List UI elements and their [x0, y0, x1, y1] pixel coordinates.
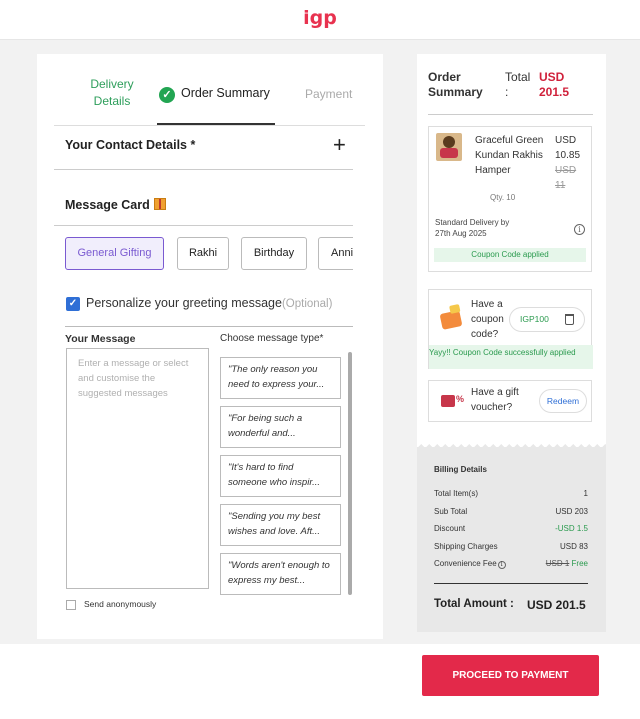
billing-label: Discount	[434, 524, 466, 533]
personalize-label: Personalize your greeting message(Option…	[86, 296, 332, 310]
divider	[428, 114, 593, 115]
coupon-code-value: IGP100	[520, 314, 549, 324]
product-quantity: Qty. 10	[490, 193, 516, 202]
message-templates-list: "The only reason you need to express you…	[220, 352, 348, 598]
fee-original: USD 1	[545, 559, 570, 568]
footer-bar: PROCEED TO PAYMENT	[0, 644, 640, 719]
billing-row: Discount -USD 1.5	[434, 524, 588, 536]
coupon-question: Have a coupon code?	[471, 299, 504, 340]
checkout-steps: Delivery Details ✓ Order Summary Payment	[54, 54, 365, 126]
voucher-icon	[441, 394, 464, 407]
chip-general-gifting[interactable]: General Gifting	[65, 237, 164, 270]
cart-item-card: Graceful Green Kundan Rakhis Hamper Qty.…	[428, 126, 592, 272]
coupon-card: Have a coupon code? IGP100 Yayy!! Coupon…	[428, 289, 593, 369]
fee-free: Free	[571, 559, 588, 568]
total-amount: USD 201.5	[539, 70, 570, 99]
billing-value: -USD 1.5	[555, 524, 588, 533]
billing-row: Convenience Fee i USD 1 Free	[434, 559, 588, 571]
total-label: Total:	[505, 70, 531, 99]
product-name[interactable]: Graceful Green Kundan Rakhis Hamper	[475, 133, 549, 178]
coupon-applied-badge: Coupon Code applied	[434, 248, 586, 262]
gift-icon	[153, 198, 166, 210]
billing-row: Shipping Charges USD 83	[434, 542, 588, 554]
delivery-info: Standard Delivery by 27th Aug 2025	[435, 217, 555, 239]
personalize-checkbox[interactable]: ✓	[66, 297, 80, 311]
personalize-text: Personalize your greeting message	[86, 296, 282, 310]
redeem-button[interactable]: Redeem	[539, 389, 587, 413]
message-textarea[interactable]: Enter a message or select and customise …	[66, 348, 209, 589]
billing-value: 1	[583, 489, 588, 498]
trash-icon[interactable]	[565, 314, 574, 325]
contact-details-title[interactable]: Your Contact Details *	[65, 138, 195, 152]
chip-birthday[interactable]: Birthday	[241, 237, 307, 270]
billing-title: Billing Details	[434, 465, 487, 474]
product-image[interactable]	[436, 133, 462, 161]
product-price: USD 10.85	[555, 135, 581, 161]
coupon-tag-icon	[439, 310, 463, 330]
proceed-to-payment-button[interactable]: PROCEED TO PAYMENT	[422, 655, 599, 696]
order-summary-title: Order Summary	[428, 70, 483, 99]
step-payment: Payment	[305, 87, 353, 101]
billing-label: Convenience Fee i	[434, 559, 506, 569]
billing-value: USD 83	[559, 542, 588, 551]
billing-row: Sub Total USD 203	[434, 507, 588, 519]
billing-row: Total Item(s) 1	[434, 489, 588, 501]
message-template[interactable]: "For being such a wonderful and...	[220, 406, 341, 448]
billing-value: USD 1 Free	[546, 559, 588, 568]
message-template[interactable]: "Sending you my best wishes and love. Af…	[220, 504, 341, 546]
total-amount-value: USD 201.5	[527, 598, 586, 612]
chip-rakhi[interactable]: Rakhi	[177, 237, 229, 270]
convenience-fee-label: Convenience Fee	[434, 559, 497, 568]
step-delivery-details[interactable]: Delivery Details	[74, 76, 150, 110]
gift-voucher-question: Have a gift voucher?	[471, 387, 519, 413]
product-original-price: USD 11	[555, 165, 577, 191]
send-anonymously-label: Send anonymously	[84, 599, 157, 609]
coupon-success-text: Yayy!! Coupon Code successfully applied	[429, 348, 576, 357]
coupon-success-message: Yayy!! Coupon Code successfully applied	[429, 345, 593, 369]
coupon-code-field[interactable]: IGP100	[509, 307, 585, 332]
send-anonymously-checkbox[interactable]	[66, 600, 76, 610]
delivery-date: 27th Aug 2025	[435, 229, 487, 238]
divider	[434, 583, 588, 584]
top-header: igp	[0, 0, 640, 40]
checkout-left-panel: Delivery Details ✓ Order Summary Payment…	[37, 54, 383, 639]
total-amount-label: Total Amount :	[434, 598, 514, 610]
billing-label: Sub Total	[434, 507, 468, 516]
chip-anniversary[interactable]: Anni	[318, 237, 353, 270]
divider	[54, 225, 353, 226]
active-step-underline	[157, 123, 275, 125]
info-icon[interactable]: i	[574, 224, 585, 235]
divider	[54, 169, 353, 170]
message-template[interactable]: "It's hard to find someone who inspir...	[220, 455, 341, 497]
templates-scrollbar[interactable]	[348, 352, 352, 595]
billing-value: USD 203	[555, 507, 588, 516]
occasion-chips: General Gifting Rakhi Birthday Anni	[65, 237, 353, 271]
message-card-label: Message Card	[65, 198, 150, 212]
plus-icon[interactable]: +	[333, 132, 346, 158]
step-order-summary[interactable]: Order Summary	[181, 86, 270, 100]
message-template[interactable]: "Words aren't enough to express my best.…	[220, 553, 341, 595]
message-card-title: Message Card	[65, 198, 166, 212]
message-template[interactable]: "The only reason you need to express you…	[220, 357, 341, 399]
choose-message-type-label: Choose message type*	[220, 333, 324, 344]
your-message-label: Your Message	[65, 333, 136, 345]
igp-logo[interactable]: igp	[0, 7, 640, 29]
check-circle-icon: ✓	[159, 87, 175, 103]
optional-text: (Optional)	[281, 298, 333, 310]
billing-details: Billing Details Total Item(s) 1 Sub Tota…	[417, 447, 606, 632]
delivery-line-1: Standard Delivery by	[435, 218, 510, 227]
gift-voucher-card: Have a gift voucher? Redeem	[428, 380, 592, 422]
divider	[65, 326, 353, 327]
info-icon[interactable]: i	[497, 561, 506, 569]
billing-label: Shipping Charges	[434, 542, 498, 551]
billing-label: Total Item(s)	[434, 489, 479, 498]
